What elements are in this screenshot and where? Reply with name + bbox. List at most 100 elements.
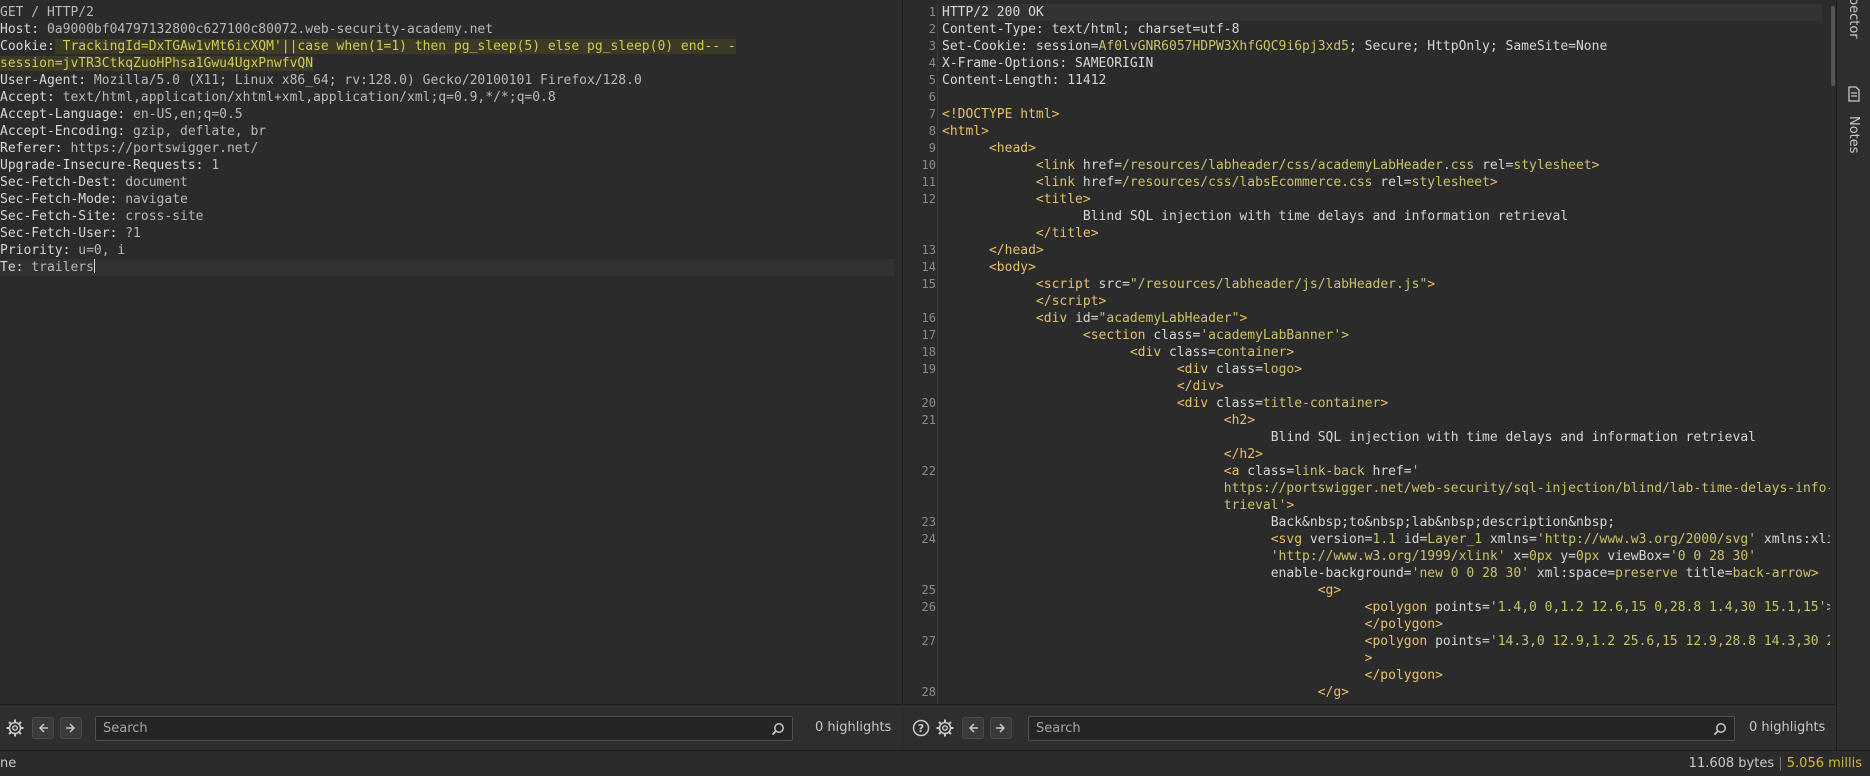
code-line: <g> [1317, 583, 1342, 598]
code-line: <body> [988, 260, 1036, 275]
line-number: 18 [921, 345, 936, 359]
line-number: 21 [921, 413, 936, 427]
search-icon [771, 723, 784, 736]
request-search[interactable] [95, 716, 793, 741]
request-line: Sec-Fetch-Site: cross-site [0, 209, 204, 224]
scrollbar-thumb[interactable] [1831, 6, 1835, 86]
line-number: 19 [921, 362, 936, 376]
code-line: <polygon points='1.4,0 0,1.2 12.6,15 0,2… [1364, 600, 1835, 615]
request-line: Accept: text/html,application/xhtml+xml,… [0, 90, 556, 105]
code-line: <svg version=1.1 id=Layer_1 xmlns='http:… [1270, 532, 1858, 547]
line-number: 12 [921, 192, 936, 206]
line-number: 8 [928, 124, 936, 138]
code-line: Back&nbsp;to&nbsp;lab&nbsp;description&n… [1270, 515, 1616, 530]
line-number: 16 [921, 311, 936, 325]
request-line: GET / HTTP/2 [0, 5, 94, 20]
code-line: enable-background='new 0 0 28 30' xml:sp… [1270, 566, 1819, 581]
right-sidebar: Inspector Notes [1836, 0, 1870, 750]
arrow-right-icon [66, 723, 76, 733]
request-line: Sec-Fetch-Mode: navigate [0, 192, 188, 207]
notes-tab[interactable]: Notes [1846, 116, 1861, 154]
code-line: > [1364, 651, 1373, 666]
response-stats: 11.608 bytes | 5.056 millis [1689, 756, 1862, 771]
inspector-tab[interactable]: Inspector [1846, 0, 1861, 39]
line-number: 13 [921, 243, 936, 257]
line-number: 28 [921, 685, 936, 699]
arrow-left-icon [968, 723, 978, 733]
request-line: Cookie: TrackingId=DxTGAw1vMt6icXQM'||ca… [0, 39, 736, 54]
help-button[interactable]: ? [910, 717, 932, 739]
arrow-left-icon [38, 723, 48, 733]
line-number-gutter: 1 2 3 4 5 6 7 8 9 10 11 12 13 14 15 16 17 18 19 20 21 22 23 24 2… [904, 4, 938, 704]
code-line: <div class=logo> [1176, 362, 1303, 377]
separator: | [1774, 756, 1787, 771]
request-line: Referer: https://portswigger.net/ [0, 141, 259, 156]
request-line: session=jvTR3CtkqZuoHPhsa1Gwu4UgxPnwfvQN [0, 56, 314, 71]
line-number: 20 [921, 396, 936, 410]
request-editor[interactable]: GET / HTTP/2 Host: 0a9000bf04797132800c62… [0, 0, 903, 704]
code-line: </script> [1035, 294, 1107, 309]
line-number: 17 [921, 328, 936, 342]
request-search-input[interactable] [96, 717, 792, 740]
response-search[interactable] [1028, 716, 1735, 741]
line-number: 6 [928, 90, 936, 104]
code-line: trieval'> [1223, 498, 1295, 513]
line-number: 7 [928, 107, 936, 121]
code-line: <h2> [1223, 413, 1256, 428]
line-number: 2 [928, 22, 936, 36]
code-line: </head> [988, 243, 1044, 258]
code-line: </polygon> [1364, 668, 1443, 683]
line-number: 26 [921, 600, 936, 614]
line-number: 5 [928, 73, 936, 87]
response-highlights-count: 0 highlights [1749, 720, 1826, 735]
response-header: X-Frame-Options: SAMEORIGIN [942, 56, 1154, 71]
code-line: <script src="/resources/labheader/js/lab… [1035, 277, 1436, 292]
response-header: Set-Cookie: session=Af0lvGNR6057HDPW3Xhf… [942, 39, 1608, 54]
forward-button[interactable] [990, 717, 1012, 739]
code-line: 'http://www.w3.org/1999/xlink' x=0px y=0… [1270, 549, 1757, 564]
code-line: https://portswigger.net/web-security/sql… [1223, 481, 1850, 496]
line-number: 11 [921, 175, 936, 189]
code-line: <div class=title-container> [1176, 396, 1389, 411]
request-text[interactable]: GET / HTTP/2 Host: 0a9000bf04797132800c62… [0, 4, 895, 276]
code-line: </h2> [1223, 447, 1263, 462]
code-line: <polygon points='14.3,0 12.9,1.2 25.6,15… [1364, 634, 1870, 649]
gear-icon [6, 719, 24, 737]
code-line: <!DOCTYPE html> [942, 107, 1060, 122]
line-number: 9 [928, 141, 936, 155]
status-bar: ne 11.608 bytes | 5.056 millis [0, 750, 1870, 776]
response-viewer[interactable]: 1 2 3 4 5 6 7 8 9 10 11 12 13 14 15 16 17 18 19 20 21 22 23 24 2… [904, 0, 1870, 704]
line-number: 22 [921, 464, 936, 478]
code-line: <title> [1035, 192, 1091, 207]
request-line: Te: trailers [0, 259, 895, 276]
code-line: Blind SQL injection with time delays and… [1082, 209, 1569, 224]
code-line: <div id="academyLabHeader"> [1035, 311, 1248, 326]
response-search-input[interactable] [1029, 717, 1734, 740]
request-line: Upgrade-Insecure-Requests: 1 [0, 158, 220, 173]
line-number: 10 [921, 158, 936, 172]
code-line: </div> [1176, 379, 1224, 394]
help-icon: ? [912, 719, 930, 737]
request-line: Sec-Fetch-User: ?1 [0, 226, 141, 241]
settings-button[interactable] [4, 717, 26, 739]
code-line: </polygon> [1364, 617, 1443, 632]
back-button[interactable] [962, 717, 984, 739]
request-highlights-count: 0 highlights [815, 720, 892, 735]
response-toolbar: ? 0 highlights [904, 704, 1836, 750]
request-line: Host: 0a9000bf04797132800c627100c80072.w… [0, 22, 494, 37]
line-number: 24 [921, 532, 936, 546]
code-line: <head> [988, 141, 1036, 156]
settings-button[interactable] [934, 717, 956, 739]
code-line: <link href=/resources/labheader/css/acad… [1035, 158, 1600, 173]
request-line: Accept-Language: en-US,en;q=0.5 [0, 107, 243, 122]
line-number: 23 [921, 515, 936, 529]
back-button[interactable] [32, 717, 54, 739]
code-line: </title> [1035, 226, 1099, 241]
line-number: 27 [921, 634, 936, 648]
gear-icon [936, 719, 954, 737]
notes-icon[interactable] [1847, 86, 1861, 102]
response-text[interactable]: HTTP/2 200 OK Content-Type: text/html; c… [942, 4, 1870, 701]
forward-button[interactable] [60, 717, 82, 739]
line-number: 15 [921, 277, 936, 291]
